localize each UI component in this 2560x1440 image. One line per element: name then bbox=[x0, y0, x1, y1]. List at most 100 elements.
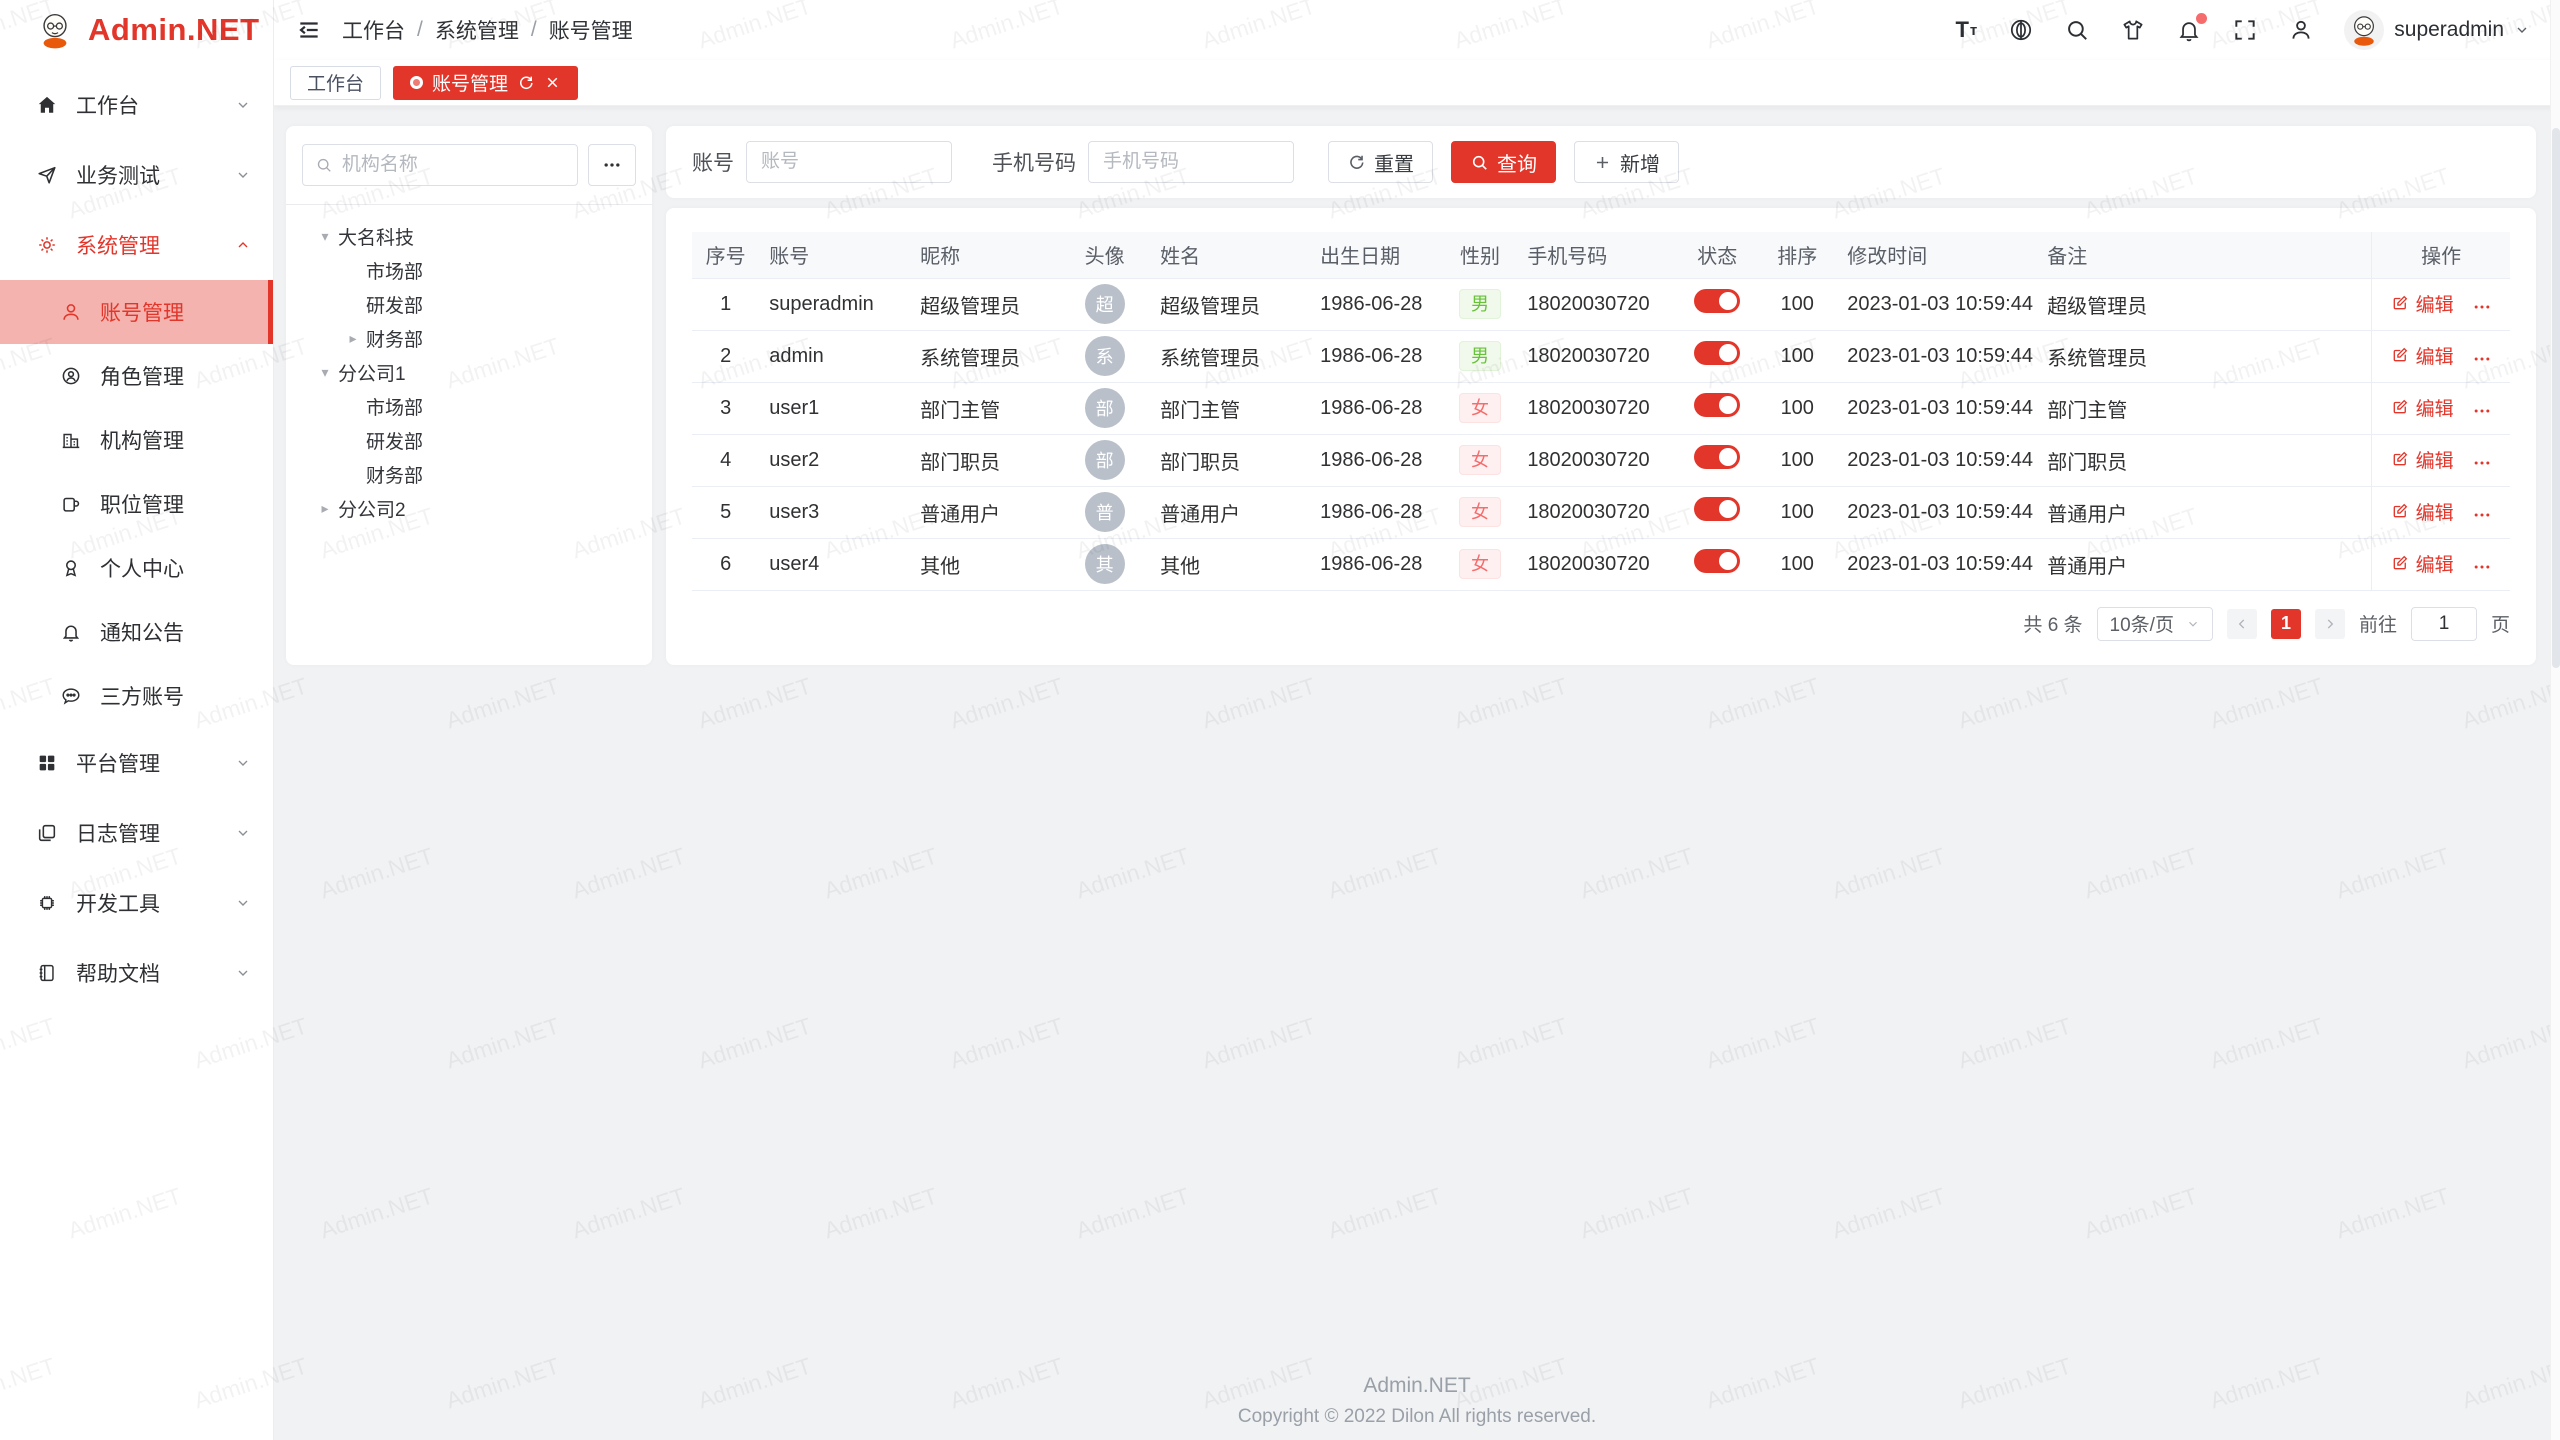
sidebar-item-log-management[interactable]: 日志管理 bbox=[0, 798, 273, 868]
tree-node-label: 研发部 bbox=[366, 291, 423, 318]
next-page-button[interactable] bbox=[2315, 609, 2345, 639]
caret-down-icon[interactable]: ▾ bbox=[312, 364, 338, 381]
sidebar-item-org-management[interactable]: 机构管理 bbox=[0, 408, 273, 472]
tab-workbench[interactable]: 工作台 bbox=[290, 66, 381, 100]
edit-icon bbox=[2391, 450, 2409, 468]
menu-fold-icon[interactable] bbox=[296, 17, 322, 43]
fullscreen-icon[interactable] bbox=[2232, 17, 2258, 43]
font-size-icon[interactable]: Tт bbox=[1955, 17, 1978, 43]
notification-icon[interactable] bbox=[2176, 17, 2202, 43]
breadcrumb-item[interactable]: 系统管理 bbox=[435, 15, 519, 45]
caret-right-icon[interactable]: ▸ bbox=[340, 330, 366, 347]
sidebar-item-notice[interactable]: 通知公告 bbox=[0, 600, 273, 664]
caret-down-icon[interactable]: ▾ bbox=[312, 228, 338, 245]
theme-icon[interactable] bbox=[2120, 17, 2146, 43]
status-toggle[interactable] bbox=[1694, 341, 1740, 365]
status-toggle[interactable] bbox=[1694, 549, 1740, 573]
col-phone: 手机号码 bbox=[1517, 232, 1677, 278]
cell-phone: 18020030720 bbox=[1517, 330, 1677, 382]
avatar: 部 bbox=[1085, 388, 1125, 428]
tree-node[interactable]: ▾ 分公司1 bbox=[302, 355, 636, 389]
phone-input[interactable] bbox=[1088, 141, 1294, 183]
status-toggle[interactable] bbox=[1694, 393, 1740, 417]
edit-button[interactable]: 编辑 bbox=[2391, 342, 2454, 369]
sidebar-item-profile-center[interactable]: 个人中心 bbox=[0, 536, 273, 600]
sidebar-item-label: 个人中心 bbox=[100, 553, 184, 583]
sidebar-item-system-management[interactable]: 系统管理 bbox=[0, 210, 273, 280]
scrollbar-thumb[interactable] bbox=[2552, 128, 2560, 668]
sidebar-item-third-party-account[interactable]: 三方账号 bbox=[0, 664, 273, 728]
sidebar-item-account-management[interactable]: 账号管理 bbox=[0, 280, 273, 344]
org-search-input[interactable] bbox=[342, 154, 565, 176]
edit-button[interactable]: 编辑 bbox=[2391, 394, 2454, 421]
sidebar-item-role-management[interactable]: 角色管理 bbox=[0, 344, 273, 408]
prev-page-button[interactable] bbox=[2227, 609, 2257, 639]
status-toggle[interactable] bbox=[1694, 497, 1740, 521]
tree-node[interactable]: 研发部 bbox=[302, 287, 636, 321]
user-icon[interactable] bbox=[2288, 17, 2314, 43]
edit-button[interactable]: 编辑 bbox=[2391, 446, 2454, 473]
gender-badge: 女 bbox=[1459, 445, 1501, 475]
status-toggle[interactable] bbox=[1694, 445, 1740, 469]
gender-badge: 男 bbox=[1459, 289, 1501, 319]
cell-birthday: 1986-06-28 bbox=[1310, 538, 1443, 590]
tree-node-label: 大名科技 bbox=[338, 223, 414, 250]
account-input[interactable] bbox=[746, 141, 952, 183]
sidebar-item-position-management[interactable]: 职位管理 bbox=[0, 472, 273, 536]
current-page-button[interactable]: 1 bbox=[2271, 609, 2301, 639]
tab-account-management[interactable]: 账号管理 bbox=[393, 66, 578, 100]
col-index: 序号 bbox=[692, 232, 759, 278]
tree-node[interactable]: 研发部 bbox=[302, 423, 636, 457]
more-button[interactable] bbox=[2472, 557, 2492, 577]
status-toggle[interactable] bbox=[1694, 289, 1740, 313]
close-icon[interactable] bbox=[544, 74, 561, 91]
user-menu[interactable]: superadmin bbox=[2344, 10, 2530, 50]
refresh-icon bbox=[1347, 153, 1366, 172]
sidebar-item-business-test[interactable]: 业务测试 bbox=[0, 140, 273, 210]
more-button[interactable] bbox=[2472, 505, 2492, 525]
search-icon[interactable] bbox=[2064, 17, 2090, 43]
tree-node[interactable]: ▾ 大名科技 bbox=[302, 219, 636, 253]
tree-node[interactable]: ▸ 分公司2 bbox=[302, 491, 636, 525]
sidebar-item-label: 平台管理 bbox=[76, 748, 160, 778]
col-sort: 排序 bbox=[1757, 232, 1837, 278]
breadcrumb-item[interactable]: 工作台 bbox=[342, 15, 405, 45]
cell-phone: 18020030720 bbox=[1517, 538, 1677, 590]
tree-node[interactable]: 财务部 bbox=[302, 457, 636, 491]
cell-sort: 100 bbox=[1757, 382, 1837, 434]
cell-account: user4 bbox=[759, 538, 910, 590]
edit-button[interactable]: 编辑 bbox=[2391, 498, 2454, 525]
app-logo[interactable]: Admin.NET bbox=[0, 0, 273, 60]
page-size-select[interactable]: 10条/页 bbox=[2097, 607, 2213, 641]
user-icon bbox=[58, 299, 84, 325]
cell-nickname: 系统管理员 bbox=[910, 330, 1059, 382]
query-button[interactable]: 查询 bbox=[1451, 141, 1556, 183]
cell-sort: 100 bbox=[1757, 330, 1837, 382]
more-button[interactable] bbox=[2472, 297, 2492, 317]
reset-button[interactable]: 重置 bbox=[1328, 141, 1433, 183]
more-button[interactable] bbox=[2472, 349, 2492, 369]
org-search-field[interactable] bbox=[302, 144, 578, 186]
caret-right-icon[interactable]: ▸ bbox=[312, 500, 338, 517]
more-options-button[interactable] bbox=[588, 144, 636, 186]
scrollbar[interactable] bbox=[2550, 0, 2560, 1440]
more-button[interactable] bbox=[2472, 453, 2492, 473]
edit-button[interactable]: 编辑 bbox=[2391, 290, 2454, 317]
language-icon[interactable] bbox=[2008, 17, 2034, 43]
sidebar-item-workbench[interactable]: 工作台 bbox=[0, 70, 273, 140]
goto-label: 前往 bbox=[2359, 610, 2397, 637]
more-button[interactable] bbox=[2472, 401, 2492, 421]
add-button[interactable]: 新增 bbox=[1574, 141, 1679, 183]
goto-page-input[interactable] bbox=[2411, 607, 2477, 641]
tree-node[interactable]: 市场部 bbox=[302, 389, 636, 423]
sidebar-item-dev-tools[interactable]: 开发工具 bbox=[0, 868, 273, 938]
sidebar-item-platform-management[interactable]: 平台管理 bbox=[0, 728, 273, 798]
tree-node[interactable]: ▸ 财务部 bbox=[302, 321, 636, 355]
refresh-icon[interactable] bbox=[517, 74, 535, 92]
sidebar-item-help-docs[interactable]: 帮助文档 bbox=[0, 938, 273, 1008]
edit-button[interactable]: 编辑 bbox=[2391, 550, 2454, 577]
cell-index: 4 bbox=[692, 434, 759, 486]
col-operation: 操作 bbox=[2372, 232, 2510, 278]
tree-node[interactable]: 市场部 bbox=[302, 253, 636, 287]
tab-label: 工作台 bbox=[307, 69, 364, 96]
